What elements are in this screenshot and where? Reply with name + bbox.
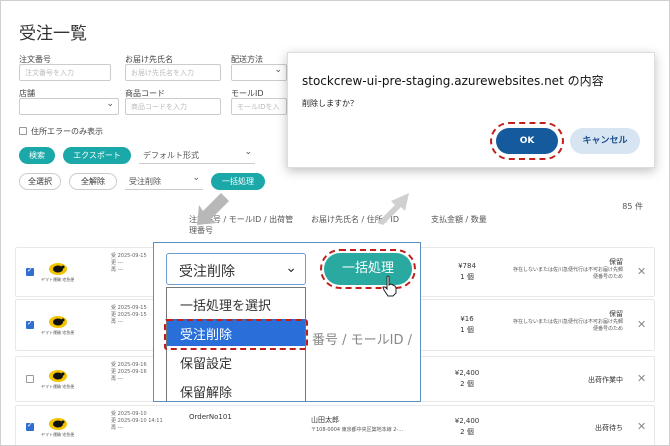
quantity: 2 個 — [460, 380, 474, 388]
row-checkbox[interactable] — [26, 319, 34, 329]
recipient-address: 〒108-0004 東京都中央区築地本線 2-… — [311, 427, 404, 433]
quantity: 1 個 — [460, 273, 474, 281]
order-no-input[interactable]: 注文番号を入力 — [19, 64, 111, 81]
row-checkbox[interactable] — [26, 375, 34, 383]
zoom-bulk-button[interactable]: 一括処理 — [324, 253, 412, 285]
page-title: 受注一覧 — [19, 24, 87, 44]
status-note: 存在しないまたは佐川急便代行は不可お届け先郵便番号のため — [513, 319, 624, 332]
bulk-action-button[interactable]: 一括処理 — [211, 173, 265, 190]
deselect-all-button[interactable]: 全解除 — [69, 173, 117, 190]
highlight-ring-option — [164, 319, 308, 350]
carrier-name: ヤマト運輸 宅急便 — [41, 384, 75, 389]
address-error-label: 住所エラーのみ表示 — [31, 127, 103, 136]
ok-button[interactable]: OK — [496, 128, 558, 154]
close-icon[interactable]: ✕ — [637, 372, 646, 385]
zoom-bg-header-text: 番号 / モールID / — [312, 333, 413, 348]
close-icon[interactable]: ✕ — [637, 318, 646, 331]
amount: ¥2,400 — [454, 369, 480, 377]
mall-id-input[interactable]: モールIDを入 — [231, 98, 287, 115]
order-list-page: 受注一覧 注文番号 注文番号を入力 お届け先氏名 お届け先氏名を入力 配送方法 … — [0, 0, 670, 446]
carrier-logo-icon — [49, 370, 67, 382]
order-dates: 受 2025-09-16 更 2025-09-16 再 --- — [111, 362, 147, 382]
amount: ¥16 — [460, 315, 474, 323]
carrier-logo-icon — [49, 263, 67, 275]
arrow-down-left-icon — [197, 193, 229, 225]
order-number: OrderNo101 — [189, 413, 232, 421]
dropdown-option-select[interactable]: 一括処理を選択 — [167, 290, 305, 317]
amount-column-header: 支払金額 / 数量 — [431, 215, 487, 224]
hand-cursor-icon — [382, 275, 397, 297]
order-dates: 受 2025-09-10 更 2025-09-10 14:11 再 --- — [111, 411, 163, 431]
carrier-logo-icon — [49, 316, 67, 328]
order-dates: 受 2025-09-15 更 --- 再 --- — [111, 253, 147, 273]
select-all-button[interactable]: 全選択 — [19, 173, 61, 190]
dialog-message: 削除しますか？ — [302, 99, 358, 108]
ship-method-select[interactable] — [231, 64, 287, 81]
recipient-name: 山田太郎 — [311, 416, 339, 424]
bulk-action-select[interactable]: 受注削除 — [125, 173, 203, 190]
order-dates: 受 2025-09-15 更 2025-09-15 再 --- — [111, 305, 147, 325]
carrier-name: ヤマト運輸 宅急便 — [41, 330, 75, 335]
status-text: 出荷作業中 — [588, 376, 623, 384]
arrow-up-right-icon — [377, 193, 409, 225]
status-note: 存在しないまたは佐川急便代行は不可お届け先郵便番号のため — [513, 267, 624, 280]
quantity: 1 個 — [460, 326, 474, 334]
amount: ¥784 — [458, 262, 476, 270]
export-button[interactable]: エクスポート — [63, 147, 131, 164]
recipient-input[interactable]: お届け先氏名を入力 — [125, 64, 221, 81]
dialog-title: stockcrew-ui-pre-staging.azurewebsites.n… — [302, 74, 604, 88]
amount: ¥2,400 — [454, 417, 480, 425]
result-count: 85 件 — [622, 202, 643, 211]
status-text: 出荷待ち — [595, 424, 623, 432]
status-text: 保留 — [609, 310, 623, 318]
format-select[interactable]: デフォルト形式 — [139, 147, 255, 164]
row-checkbox[interactable] — [26, 421, 34, 431]
carrier-name: ヤマト運輸 宅急便 — [41, 432, 75, 437]
zoom-bulk-select[interactable]: 受注削除 ⌄ — [166, 253, 306, 285]
status-text: 保留 — [609, 258, 623, 266]
search-button[interactable]: 検索 — [19, 147, 55, 164]
carrier-name: ヤマト運輸 宅急便 — [41, 277, 75, 282]
carrier-logo-icon — [49, 418, 67, 430]
row-checkbox[interactable] — [26, 266, 34, 276]
store-select[interactable] — [19, 98, 119, 115]
cancel-button[interactable]: キャンセル — [570, 128, 640, 154]
chevron-down-icon: ⌄ — [285, 260, 297, 276]
close-icon[interactable]: ✕ — [637, 265, 646, 278]
close-icon[interactable]: ✕ — [637, 420, 646, 433]
dropdown-option-release[interactable]: 保留解除 — [167, 377, 305, 401]
address-error-checkbox[interactable] — [19, 127, 27, 135]
dropdown-option-hold[interactable]: 保留設定 — [167, 348, 305, 375]
zoom-bulk-select-value: 受注削除 — [179, 264, 235, 280]
zoom-callout: 番号 / モールID / 受注削除 ⌄ 一括処理を選択 受注削除 保留設定 保留… — [153, 242, 421, 402]
confirm-dialog: stockcrew-ui-pre-staging.azurewebsites.n… — [287, 52, 655, 168]
product-code-input[interactable]: 商品コードを入力 — [125, 98, 221, 115]
quantity: 2 個 — [460, 428, 474, 436]
